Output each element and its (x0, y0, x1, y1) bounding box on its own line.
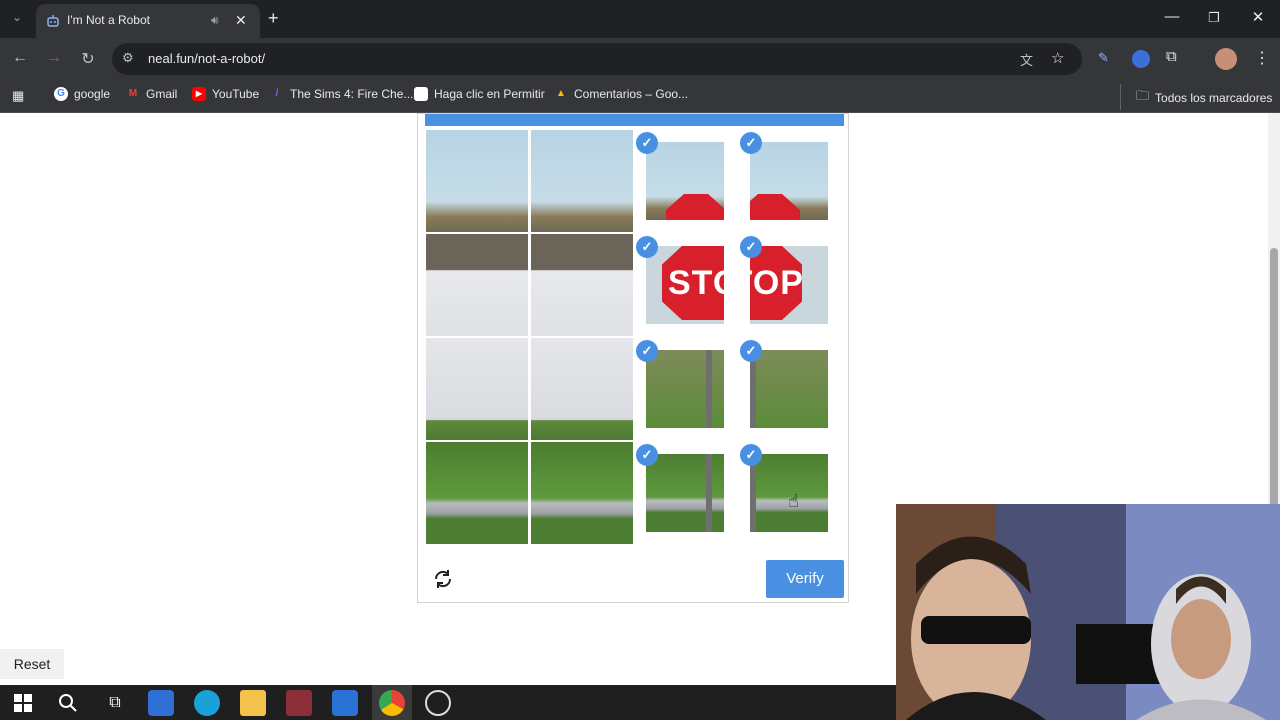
check-icon: ✓ (636, 132, 658, 154)
captcha-tile[interactable] (750, 350, 828, 428)
check-icon: ✓ (636, 236, 658, 258)
url-text: neal.fun/not-a-robot/ (148, 51, 266, 66)
stop-sign-top (666, 194, 724, 220)
gmail-icon: M (128, 88, 138, 99)
mouse-cursor-icon: ☝︎ (788, 491, 799, 511)
minimize-icon[interactable]: — (1150, 8, 1194, 25)
bookmark-gmail[interactable]: M Gmail (126, 87, 178, 101)
captcha-tile[interactable] (646, 350, 724, 428)
captcha-tile[interactable] (531, 442, 633, 544)
task-view-icon[interactable]: ⧉ (102, 690, 128, 716)
captcha-tile[interactable] (426, 234, 528, 336)
sign-pole (706, 350, 712, 428)
stop-sign: STOP (750, 246, 802, 320)
speaker-icon[interactable]: 🔊︎ (211, 13, 219, 28)
tab-strip: ⌄ I'm Not a Robot 🔊︎ ✕ + — ❐ ✕ (0, 0, 1280, 38)
captcha-tile[interactable] (531, 234, 633, 336)
captcha-tile[interactable] (426, 130, 528, 232)
webcam-overlay (896, 504, 1280, 720)
captcha-tile[interactable] (531, 130, 633, 232)
toolbar: ← → ↻ ⚙︎ neal.fun/not-a-robot/ 文 ☆ ✎ ⧉ ⋮ (0, 38, 1280, 80)
bookmark-label: google (74, 87, 111, 101)
reload-icon[interactable]: ↻ (76, 49, 100, 69)
close-tab-icon[interactable]: ✕ (235, 12, 247, 29)
image-grid: ✓ ✓ STOP ✓ STOP ✓ ✓ ✓ ✓ ✓ (426, 130, 842, 550)
pen-extension-icon[interactable]: ✎ (1098, 50, 1114, 66)
stop-sign: STOP (662, 246, 724, 320)
bookmark-google[interactable]: G google (54, 87, 110, 101)
bookmark-label: Haga clic en Permitir (434, 87, 545, 101)
bookmark-label: Gmail (146, 87, 178, 101)
captcha-tile[interactable] (531, 338, 633, 440)
sims-icon: / (275, 88, 279, 99)
captcha-tile[interactable]: STOP (750, 246, 828, 324)
windows-start-icon[interactable] (10, 690, 36, 716)
captcha-tile[interactable] (646, 142, 724, 220)
scrollbar-thumb[interactable] (1270, 248, 1278, 508)
bookmarks-divider (1120, 84, 1121, 110)
folder-icon: 🗀︎ (1136, 88, 1150, 103)
captcha-tile[interactable] (426, 338, 528, 440)
menu-icon[interactable]: ⋮ (1254, 48, 1270, 68)
stop-sign-text: STOP (750, 264, 804, 302)
bookmark-sims[interactable]: / The Sims 4: Fire Che... (270, 87, 414, 101)
drive-icon: ▲ (556, 88, 566, 99)
tab-search-icon[interactable]: ⌄ (12, 10, 22, 24)
verify-button[interactable]: Verify (766, 560, 844, 598)
captcha-widget: ✓ ✓ STOP ✓ STOP ✓ ✓ ✓ ✓ ✓ Verify (417, 113, 849, 603)
check-icon: ✓ (636, 340, 658, 362)
youtube-icon: ▶ (192, 87, 206, 101)
edge-icon[interactable] (194, 690, 220, 716)
captcha-tile[interactable] (426, 442, 528, 544)
blank-page-icon (414, 87, 428, 101)
search-icon[interactable] (55, 690, 81, 716)
bookmark-youtube[interactable]: ▶ YouTube (192, 87, 259, 101)
bookmark-comentarios[interactable]: ▲ Comentarios – Goo... (554, 87, 688, 101)
robot-icon (47, 15, 59, 27)
bookmark-label: YouTube (212, 87, 260, 101)
apps-grid-icon[interactable]: ▦ (12, 88, 24, 104)
forward-icon[interactable]: → (42, 49, 66, 67)
back-icon[interactable]: ← (8, 49, 32, 67)
all-bookmarks[interactable]: 🗀︎ Todos los marcadores (1136, 87, 1272, 109)
new-tab-icon[interactable]: + (268, 8, 279, 29)
captcha-header (425, 114, 844, 126)
bookmark-label: Comentarios – Goo... (574, 87, 689, 101)
check-icon: ✓ (636, 444, 658, 466)
bookmarks-bar: ▦ G google M Gmail ▶ YouTube / The Sims … (0, 80, 1280, 113)
check-icon: ✓ (740, 340, 762, 362)
google-icon: G (54, 87, 68, 101)
captcha-tile[interactable]: STOP (646, 246, 724, 324)
bookmark-label: The Sims 4: Fire Che... (290, 87, 414, 101)
check-icon: ✓ (740, 236, 762, 258)
tab-title: I'm Not a Robot (67, 13, 150, 27)
reload-captcha-icon[interactable] (432, 568, 454, 590)
captcha-tile[interactable] (646, 454, 724, 532)
site-info-icon[interactable]: ⚙︎ (122, 50, 134, 66)
mail-icon[interactable] (148, 690, 174, 716)
stop-sign-text: STOP (668, 264, 724, 302)
captcha-tile[interactable] (750, 142, 828, 220)
file-explorer-icon[interactable] (240, 690, 266, 716)
reset-button[interactable]: Reset (0, 649, 64, 679)
restore-icon[interactable]: ❐ (1192, 10, 1236, 26)
bookmark-permitir[interactable]: Haga clic en Permitir (414, 87, 545, 101)
bookmark-star-icon[interactable]: ☆ (1051, 49, 1064, 67)
sign-pole (706, 454, 712, 532)
window-close-icon[interactable]: ✕ (1236, 8, 1280, 26)
winrar-icon[interactable] (286, 690, 312, 716)
extension-blue-icon[interactable] (1132, 50, 1150, 68)
stop-sign-top (750, 194, 800, 220)
translate-icon[interactable]: 文 (1020, 50, 1033, 69)
chrome-icon[interactable] (379, 690, 405, 716)
all-bookmarks-label: Todos los marcadores (1155, 91, 1273, 105)
steelseries-icon[interactable] (425, 690, 451, 716)
extensions-puzzle-icon[interactable]: ⧉ (1166, 48, 1177, 65)
profile-avatar[interactable] (1215, 48, 1237, 70)
store-icon[interactable] (332, 690, 358, 716)
check-icon: ✓ (740, 132, 762, 154)
tab-active[interactable]: I'm Not a Robot 🔊︎ ✕ (36, 4, 260, 38)
address-bar[interactable]: ⚙︎ neal.fun/not-a-robot/ 文 ☆ (112, 43, 1082, 75)
check-icon: ✓ (740, 444, 762, 466)
